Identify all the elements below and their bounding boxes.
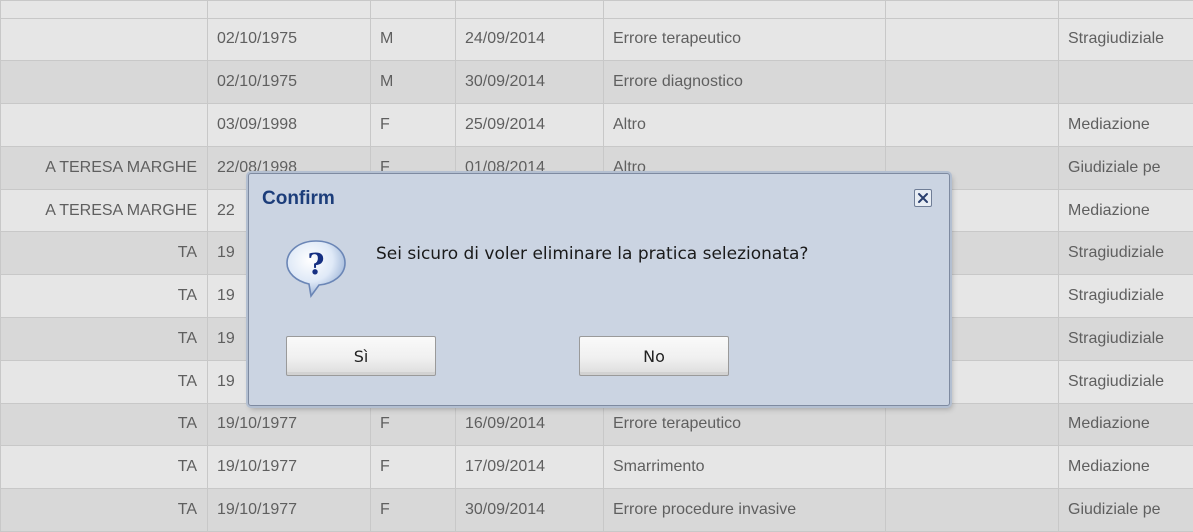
table-cell: Altro xyxy=(603,103,886,147)
table-cell xyxy=(1058,0,1193,19)
dialog-title: Confirm xyxy=(262,188,335,209)
table-row[interactable]: TA 19/10/1977 F 30/09/2014 Errore procedure … xyxy=(0,488,1193,532)
table-cell: F xyxy=(370,103,456,147)
table-cell: 19/10/1977 xyxy=(207,488,371,532)
table-cell: Errore terapeutico xyxy=(603,17,886,62)
table-cell xyxy=(0,17,208,62)
table-cell: A TERESA MARGHE xyxy=(0,145,208,190)
table-row[interactable]: TA 19/10/1977 F 16/09/2014 Errore terapeutic… xyxy=(0,402,1193,447)
table-cell: Errore terapeutico xyxy=(603,402,886,447)
table-cell: Errore procedure invasive xyxy=(603,488,886,532)
table-cell xyxy=(885,17,1059,62)
table-cell xyxy=(0,103,208,147)
confirm-dialog: Confirm ? Sei sicuro di voler eliminare … xyxy=(248,173,950,406)
table-row[interactable]: 02/10/1975 M 24/09/2014 Errore terapeutico S… xyxy=(0,17,1193,62)
svg-text:?: ? xyxy=(308,247,325,281)
yes-button[interactable]: Sì xyxy=(286,336,436,376)
table-cell: 19/10/1977 xyxy=(207,445,371,490)
table-cell xyxy=(885,488,1059,532)
table-cell: 16/09/2014 xyxy=(455,402,604,447)
table-cell: Stragiudiziale xyxy=(1058,274,1193,319)
table-cell: 24/09/2014 xyxy=(455,17,604,62)
table-cell: TA xyxy=(0,445,208,490)
table-cell: TA xyxy=(0,359,208,404)
table-row[interactable]: 02/10/1975 M 30/09/2014 Errore diagnostico xyxy=(0,60,1193,105)
table-row[interactable] xyxy=(0,0,1193,19)
table-cell: Mediazione xyxy=(1058,402,1193,447)
table-cell: TA xyxy=(0,317,208,361)
table-cell: Mediazione xyxy=(1058,188,1193,233)
table-cell xyxy=(603,0,886,19)
table-cell: Stragiudiziale xyxy=(1058,359,1193,404)
table-cell: F xyxy=(370,402,456,447)
table-cell xyxy=(885,103,1059,147)
table-cell: 17/09/2014 xyxy=(455,445,604,490)
table-cell: 02/10/1975 xyxy=(207,60,371,105)
table-cell: Mediazione xyxy=(1058,445,1193,490)
table-cell: 19/10/1977 xyxy=(207,402,371,447)
table-cell: F xyxy=(370,488,456,532)
table-cell xyxy=(885,0,1059,19)
table-cell xyxy=(0,0,208,19)
table-cell: Stragiudiziale xyxy=(1058,317,1193,361)
table-cell: TA xyxy=(0,231,208,276)
table-cell: Giudiziale pe xyxy=(1058,488,1193,532)
table-cell: Smarrimento xyxy=(603,445,886,490)
table-cell: Mediazione xyxy=(1058,103,1193,147)
table-cell: M xyxy=(370,17,456,62)
table-cell: TA xyxy=(0,402,208,447)
table-cell xyxy=(455,0,604,19)
dialog-message: Sei sicuro di voler eliminare la pratica… xyxy=(376,244,809,264)
close-button[interactable] xyxy=(914,189,932,207)
table-cell xyxy=(370,0,456,19)
table-row[interactable]: 03/09/1998 F 25/09/2014 Altro Mediazione xyxy=(0,103,1193,147)
table-cell: Stragiudiziale xyxy=(1058,231,1193,276)
table-cell xyxy=(885,445,1059,490)
table-cell: 02/10/1975 xyxy=(207,17,371,62)
table-cell: 03/09/1998 xyxy=(207,103,371,147)
table-cell xyxy=(885,402,1059,447)
table-cell: 30/09/2014 xyxy=(455,488,604,532)
table-cell: A TERESA MARGHE xyxy=(0,188,208,233)
table-cell: Stragiudiziale xyxy=(1058,17,1193,62)
table-cell: TA xyxy=(0,274,208,319)
table-cell xyxy=(207,0,371,19)
table-cell: 30/09/2014 xyxy=(455,60,604,105)
table-cell: TA xyxy=(0,488,208,532)
table-cell: Giudiziale pe xyxy=(1058,145,1193,190)
table-cell xyxy=(0,60,208,105)
table-row[interactable]: TA 19/10/1977 F 17/09/2014 Smarrimento Mediaz… xyxy=(0,445,1193,490)
table-cell: M xyxy=(370,60,456,105)
no-button[interactable]: No xyxy=(579,336,729,376)
table-cell: F xyxy=(370,445,456,490)
table-cell: Errore diagnostico xyxy=(603,60,886,105)
table-cell xyxy=(1058,60,1193,105)
close-icon xyxy=(918,193,928,203)
question-icon: ? xyxy=(286,240,346,298)
table-cell xyxy=(885,60,1059,105)
table-cell: 25/09/2014 xyxy=(455,103,604,147)
